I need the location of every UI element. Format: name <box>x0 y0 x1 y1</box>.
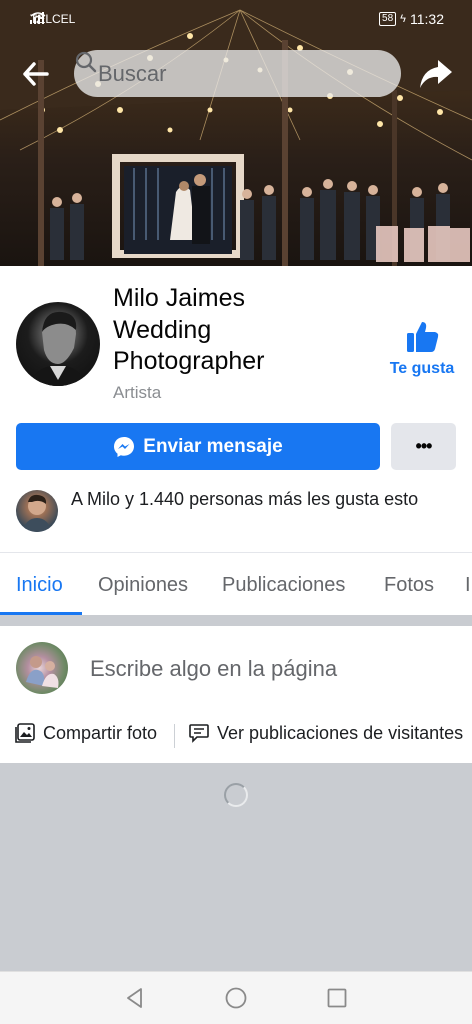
composer-input[interactable]: Escribe algo en la página <box>90 656 337 682</box>
like-button[interactable]: Te gusta <box>384 318 460 382</box>
photo-icon <box>15 723 35 743</box>
tab-opiniones[interactable]: Opiniones <box>98 574 188 597</box>
profile-portrait <box>30 311 86 386</box>
active-tab-indicator <box>0 612 82 615</box>
user-avatar <box>16 642 68 694</box>
send-message-button[interactable]: Enviar mensaje <box>16 423 380 470</box>
post-composer: Escribe algo en la página Compartir foto… <box>0 626 472 763</box>
more-options-label: ••• <box>415 436 433 456</box>
wifi-icon <box>30 12 46 24</box>
like-label: Te gusta <box>389 360 455 377</box>
share-icon <box>420 60 452 88</box>
search-placeholder: Buscar <box>98 60 167 86</box>
page-title-line: Photographer <box>113 347 265 375</box>
composer-actions: Compartir foto Ver publicaciones de visi… <box>0 722 472 752</box>
comment-icon <box>189 724 209 743</box>
tab-more-cutoff[interactable]: I <box>465 574 472 597</box>
cover-scene <box>0 0 472 266</box>
visitor-posts-label: Ver publicaciones de visitantes <box>217 722 464 743</box>
clock: 11:32 <box>410 11 444 27</box>
battery-indicator: 58 <box>379 12 397 26</box>
top-bar: Buscar <box>0 50 472 98</box>
page-profile: Milo Jaimes Wedding Photographer Artista… <box>0 266 472 552</box>
page-tabs: Inicio Opiniones Publicaciones Fotos I <box>0 552 472 615</box>
more-options-button[interactable]: ••• <box>391 423 456 470</box>
search-icon <box>75 51 97 73</box>
search-input[interactable]: Buscar <box>74 50 401 97</box>
friend-avatar[interactable] <box>16 490 58 532</box>
user-portrait <box>26 656 59 688</box>
share-button[interactable] <box>418 58 454 90</box>
visitor-posts-button[interactable]: Ver publicaciones de visitantes <box>188 722 463 744</box>
loading-spinner-icon <box>224 783 248 807</box>
nav-home-icon[interactable] <box>224 986 248 1010</box>
share-photo-button[interactable]: Compartir foto <box>14 722 157 744</box>
likes-summary[interactable]: A Milo y 1.440 personas más les gusta es… <box>71 487 456 512</box>
actions-divider <box>174 724 175 748</box>
system-nav-bar <box>0 971 472 1024</box>
charging-icon: ϟ <box>400 13 406 25</box>
nav-back-icon[interactable] <box>123 986 147 1010</box>
page-category: Artista <box>113 383 162 402</box>
page-title-line: Milo Jaimes <box>113 284 245 312</box>
send-message-label: Enviar mensaje <box>143 435 283 457</box>
back-arrow-icon <box>23 62 49 86</box>
thumbs-up-icon <box>407 322 439 352</box>
share-photo-label: Compartir foto <box>43 722 158 743</box>
tab-inicio[interactable]: Inicio <box>16 574 63 597</box>
page-avatar[interactable] <box>16 302 100 386</box>
messenger-icon <box>114 436 135 457</box>
tab-fotos[interactable]: Fotos <box>384 574 434 597</box>
feed-area <box>0 763 472 971</box>
cover-photo: TELCEL 58 ϟ 11:32 Buscar <box>0 0 472 266</box>
friend-portrait <box>22 494 52 532</box>
tab-publicaciones[interactable]: Publicaciones <box>222 574 345 597</box>
page-title-line: Wedding <box>113 315 212 344</box>
back-button[interactable] <box>20 60 52 88</box>
status-bar: TELCEL 58 ϟ 11:32 <box>0 8 472 32</box>
page-title: Milo Jaimes Wedding Photographer <box>113 283 343 378</box>
nav-recents-icon[interactable] <box>325 986 349 1010</box>
